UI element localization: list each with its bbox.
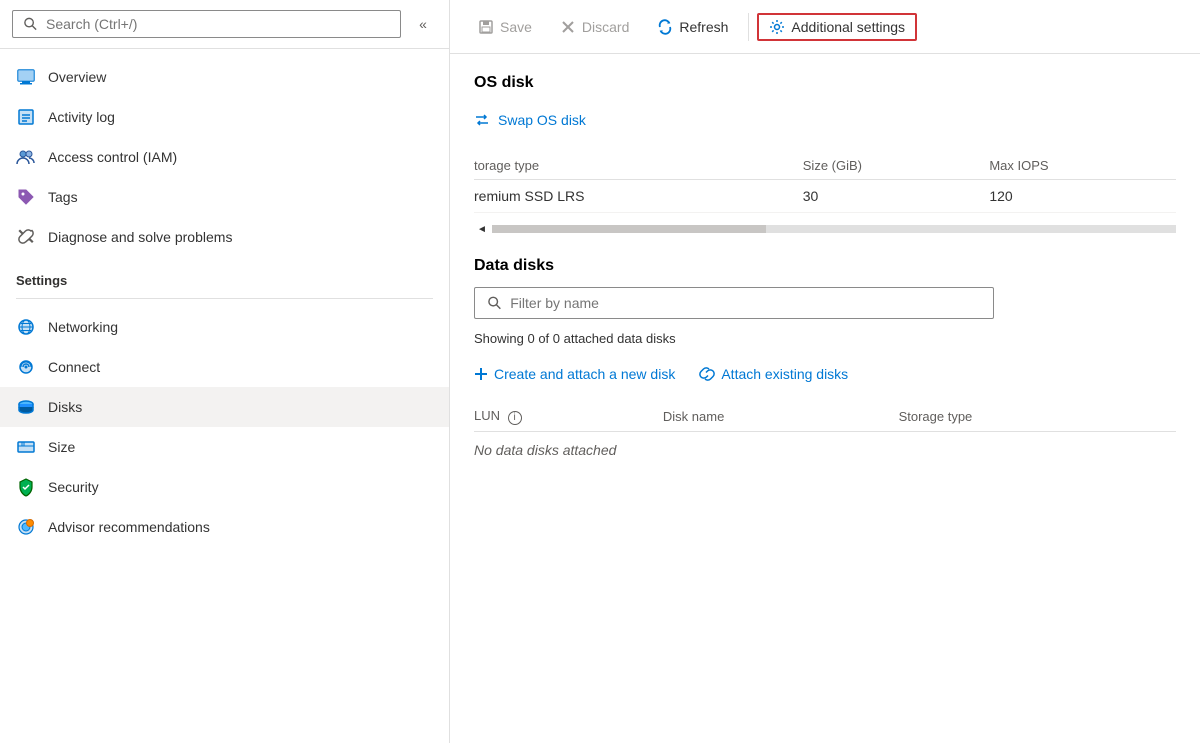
col-storage-type: Storage type (899, 402, 1176, 431)
toolbar-separator (748, 13, 749, 41)
sidebar-item-security[interactable]: Security (0, 467, 449, 507)
lun-info-icon[interactable]: i (508, 411, 522, 425)
discard-label: Discard (582, 19, 629, 35)
sidebar-item-overview-label: Overview (48, 69, 106, 85)
empty-text: No data disks attached (474, 431, 1176, 468)
plus-icon (474, 367, 488, 381)
attach-existing-label: Attach existing disks (721, 366, 848, 382)
attach-existing-button[interactable]: Attach existing disks (699, 366, 848, 382)
sidebar-item-disks[interactable]: Disks (0, 387, 449, 427)
sidebar-item-networking-label: Networking (48, 319, 118, 335)
col-storage-type: torage type (474, 152, 803, 180)
col-lun: LUN i (474, 402, 663, 431)
sidebar-item-access-label: Access control (IAM) (48, 149, 177, 165)
sidebar-item-access-control[interactable]: Access control (IAM) (0, 137, 449, 177)
create-attach-button[interactable]: Create and attach a new disk (474, 366, 675, 382)
search-box[interactable] (12, 10, 401, 38)
settings-section-header: Settings (0, 257, 449, 294)
additional-settings-button[interactable]: Additional settings (757, 13, 917, 41)
networking-icon (16, 317, 36, 337)
tag-icon (16, 187, 36, 207)
size-cell: 30 (803, 180, 990, 213)
monitor-icon (16, 67, 36, 87)
scroll-indicator: ◄ (474, 221, 1176, 237)
swap-icon (474, 112, 490, 128)
swap-os-disk-button[interactable]: Swap OS disk (474, 108, 1176, 132)
sidebar-item-networking[interactable]: Networking (0, 307, 449, 347)
size-icon (16, 437, 36, 457)
refresh-icon (657, 19, 673, 35)
discard-icon (560, 19, 576, 35)
showing-text: Showing 0 of 0 attached data disks (474, 331, 1176, 346)
col-size: Size (GiB) (803, 152, 990, 180)
attach-icon (699, 366, 715, 382)
sidebar-item-security-label: Security (48, 479, 99, 495)
iops-cell: 120 (989, 180, 1176, 213)
sidebar-item-diagnose[interactable]: Diagnose and solve problems (0, 217, 449, 257)
action-buttons: Create and attach a new disk Attach exis… (474, 366, 1176, 382)
sidebar-item-size[interactable]: Size (0, 427, 449, 467)
discard-button[interactable]: Discard (548, 13, 641, 41)
sidebar-item-disks-label: Disks (48, 399, 82, 415)
main-content: Save Discard Refresh Addition (450, 0, 1200, 743)
save-icon (478, 19, 494, 35)
sidebar-item-size-label: Size (48, 439, 75, 455)
sidebar-item-diagnose-label: Diagnose and solve problems (48, 229, 232, 245)
empty-row: No data disks attached (474, 431, 1176, 468)
sidebar-item-tags-label: Tags (48, 189, 78, 205)
sidebar-item-activity-label: Activity log (48, 109, 115, 125)
activity-icon (16, 107, 36, 127)
filter-input-box[interactable] (474, 287, 994, 319)
connect-icon (16, 357, 36, 377)
filter-search-icon (487, 295, 502, 311)
save-button[interactable]: Save (466, 13, 544, 41)
create-attach-label: Create and attach a new disk (494, 366, 675, 382)
settings-divider (16, 298, 433, 299)
wrench-icon (16, 227, 36, 247)
data-disks-section: Data disks Showing 0 of 0 attached data … (474, 257, 1176, 468)
content-area: OS disk Swap OS disk torage type Size (G… (450, 54, 1200, 743)
search-icon (23, 16, 38, 32)
sidebar-item-connect-label: Connect (48, 359, 100, 375)
sidebar-item-advisor[interactable]: Advisor recommendations (0, 507, 449, 547)
filter-input[interactable] (510, 295, 981, 311)
refresh-button[interactable]: Refresh (645, 13, 740, 41)
save-label: Save (500, 19, 532, 35)
sidebar-item-overview[interactable]: Overview (0, 57, 449, 97)
people-icon (16, 147, 36, 167)
refresh-label: Refresh (679, 19, 728, 35)
os-disk-table: torage type Size (GiB) Max IOPS remium S… (474, 152, 1176, 213)
sidebar: « Overview (0, 0, 450, 743)
disks-icon (16, 397, 36, 417)
advisor-icon (16, 517, 36, 537)
toolbar: Save Discard Refresh Addition (450, 0, 1200, 54)
col-iops: Max IOPS (989, 152, 1176, 180)
os-disk-title: OS disk (474, 74, 1176, 92)
storage-type-cell: remium SSD LRS (474, 180, 803, 213)
sidebar-nav: Overview Activity log (0, 49, 449, 743)
data-disks-title: Data disks (474, 257, 1176, 275)
scroll-left-arrow[interactable]: ◄ (474, 221, 490, 237)
sidebar-item-advisor-label: Advisor recommendations (48, 519, 210, 535)
gear-icon (769, 19, 785, 35)
table-row: remium SSD LRS 30 120 (474, 180, 1176, 213)
security-icon (16, 477, 36, 497)
collapse-button[interactable]: « (409, 10, 437, 38)
col-disk-name: Disk name (663, 402, 899, 431)
search-input[interactable] (46, 16, 390, 32)
os-disk-section: OS disk Swap OS disk torage type Size (G… (474, 74, 1176, 237)
additional-settings-label: Additional settings (791, 19, 905, 35)
sidebar-search-container: « (0, 0, 449, 49)
sidebar-item-activity-log[interactable]: Activity log (0, 97, 449, 137)
data-disks-table: LUN i Disk name Storage type No data dis… (474, 402, 1176, 468)
swap-os-disk-label: Swap OS disk (498, 112, 586, 128)
sidebar-item-tags[interactable]: Tags (0, 177, 449, 217)
sidebar-item-connect[interactable]: Connect (0, 347, 449, 387)
